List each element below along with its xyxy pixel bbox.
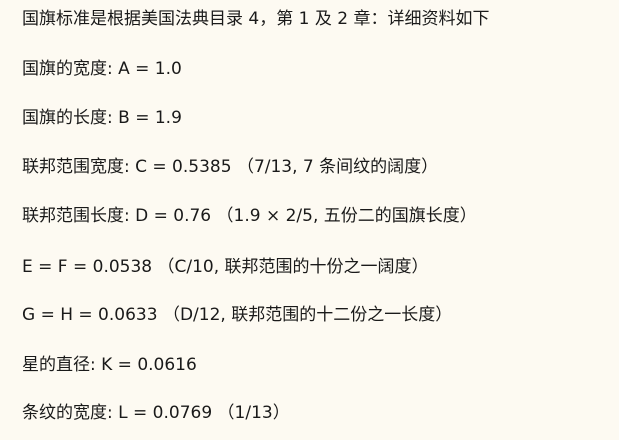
union-width-line: 联邦范围宽度: C = 0.5385 （7/13, 7 条间纹的阔度） [22, 157, 439, 177]
union-length-line: 联邦范围长度: D = 0.76 （1.9 × 2/5, 五份二的国旗长度） [22, 206, 477, 226]
flag-width-line: 国旗的宽度: A = 1.0 [22, 59, 182, 79]
star-diameter-line: 星的直径: K = 0.0616 [22, 355, 197, 375]
e-f-spacing-line: E = F = 0.0538 （C/10, 联邦范围的十份之一阔度） [22, 257, 429, 277]
document-page: 国旗标准是根据美国法典目录 4，第 1 及 2 章：详细资料如下 国旗的宽度: … [0, 0, 619, 440]
intro-line: 国旗标准是根据美国法典目录 4，第 1 及 2 章：详细资料如下 [22, 9, 490, 29]
g-h-spacing-line: G = H = 0.0633 （D/12, 联邦范围的十二份之一长度） [22, 305, 453, 325]
stripe-width-line: 条纹的宽度: L = 0.0769 （1/13） [22, 403, 290, 423]
flag-length-line: 国旗的长度: B = 1.9 [22, 108, 182, 128]
